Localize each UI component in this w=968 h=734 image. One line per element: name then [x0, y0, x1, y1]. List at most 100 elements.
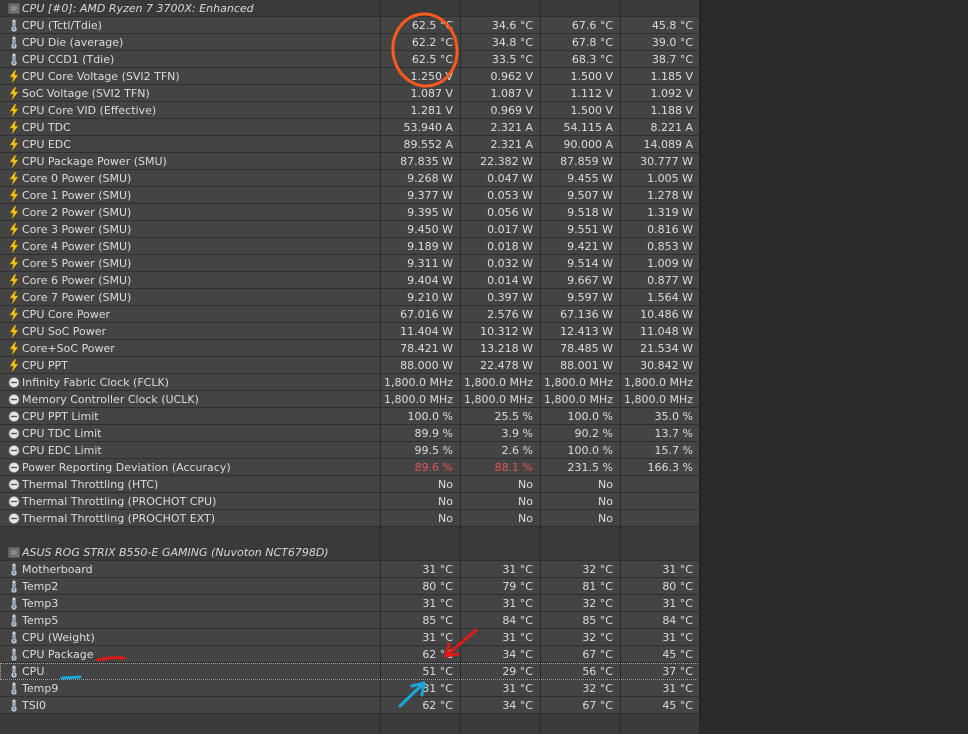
- sensor-row[interactable]: TSI0 62 °C 34 °C 67 °C 45 °C: [0, 697, 700, 714]
- sensor-row[interactable]: CPU EDC 89.552 A 2.321 A 90.000 A 14.089 A: [0, 136, 700, 153]
- sensor-label: Core 4 Power (SMU): [22, 240, 132, 253]
- value-maximum: 90.2 %: [574, 427, 613, 440]
- section-title: CPU [#0]: AMD Ryzen 7 3700X: Enhanced: [22, 2, 254, 15]
- value-average: 10.486 W: [640, 308, 693, 321]
- sensor-row[interactable]: Core 0 Power (SMU) 9.268 W 0.047 W 9.455 W 1…: [0, 170, 700, 187]
- sensor-row[interactable]: Temp5 85 °C 84 °C 85 °C 84 °C: [0, 612, 700, 629]
- clock-icon: [8, 427, 20, 440]
- value-maximum: 87.859 W: [560, 155, 613, 168]
- sensor-row[interactable]: Motherboard 31 °C 31 °C 32 °C 31 °C: [0, 561, 700, 578]
- sensor-row[interactable]: Infinity Fabric Clock (FCLK) 1,800.0 MHz 1…: [0, 374, 700, 391]
- lightning-icon: [8, 273, 20, 288]
- value-current: 62.5 °C: [411, 19, 453, 32]
- sensor-label: CPU Die (average): [22, 36, 124, 49]
- sensor-row[interactable]: Core 7 Power (SMU) 9.210 W 0.397 W 9.597 W 1…: [0, 289, 700, 306]
- value-average: 0.853 W: [647, 240, 693, 253]
- value-minimum: 25.5 %: [494, 410, 533, 423]
- sensor-row[interactable]: CPU Package 62 °C 34 °C 67 °C 45 °C: [0, 646, 700, 663]
- section-header[interactable]: CPU [#0]: AMD Ryzen 7 3700X: Enhanced: [0, 0, 700, 17]
- sensor-row[interactable]: CPU TDC Limit 89.9 % 3.9 % 90.2 % 13.7 %: [0, 425, 700, 442]
- value-minimum: 31 °C: [502, 682, 533, 695]
- thermometer-icon: [8, 36, 20, 49]
- sensor-row[interactable]: CPU EDC Limit 99.5 % 2.6 % 100.0 % 15.7 %: [0, 442, 700, 459]
- thermometer-icon: [8, 699, 20, 712]
- value-average: 0.816 W: [647, 223, 693, 236]
- section-title: ASUS ROG STRIX B550-E GAMING (Nuvoton NC…: [22, 546, 329, 559]
- sensor-row[interactable]: CPU (Weight) 31 °C 31 °C 32 °C 31 °C: [0, 629, 700, 646]
- sensor-row[interactable]: Power Reporting Deviation (Accuracy) 89.6…: [0, 459, 700, 476]
- sensor-row[interactable]: Temp2 80 °C 79 °C 81 °C 80 °C: [0, 578, 700, 595]
- value-current: 89.9 %: [414, 427, 453, 440]
- sensor-row[interactable]: Thermal Throttling (HTC) No No No: [0, 476, 700, 493]
- value-maximum: 1,800.0 MHz: [543, 393, 613, 406]
- sensor-label: Core 0 Power (SMU): [22, 172, 132, 185]
- value-minimum: 84 °C: [502, 614, 533, 627]
- sensor-row[interactable]: Thermal Throttling (PROCHOT CPU) No No No: [0, 493, 700, 510]
- value-maximum: No: [598, 495, 613, 508]
- value-current: 9.189 W: [407, 240, 453, 253]
- sensor-row[interactable]: CPU Core Voltage (SVI2 TFN) 1.250 V 0.962 …: [0, 68, 700, 85]
- section-header[interactable]: ASUS ROG STRIX B550-E GAMING (Nuvoton NC…: [0, 544, 700, 561]
- sensor-row[interactable]: CPU Package Power (SMU) 87.835 W 22.382 W 8…: [0, 153, 700, 170]
- value-maximum: No: [598, 512, 613, 525]
- lightning-icon: [8, 307, 20, 322]
- value-current: 62 °C: [422, 648, 453, 661]
- sensor-row[interactable]: SoC Voltage (SVI2 TFN) 1.087 V 1.087 V 1.11…: [0, 85, 700, 102]
- sensor-row[interactable]: CPU CCD1 (Tdie) 62.5 °C 33.5 °C 68.3 °C 38.7…: [0, 51, 700, 68]
- sensor-label: CPU Package: [22, 648, 94, 661]
- sensor-row[interactable]: CPU Core Power 67.016 W 2.576 W 67.136 W 10.…: [0, 306, 700, 323]
- sensor-label: Infinity Fabric Clock (FCLK): [22, 376, 169, 389]
- value-average: 84 °C: [662, 614, 693, 627]
- value-minimum: 31 °C: [502, 563, 533, 576]
- lightning-icon: [8, 188, 20, 203]
- sensor-row[interactable]: CPU Core VID (Effective) 1.281 V 0.969 V 1.…: [0, 102, 700, 119]
- value-minimum: 34 °C: [502, 699, 533, 712]
- sensor-row[interactable]: CPU SoC Power 11.404 W 10.312 W 12.413 W 11.…: [0, 323, 700, 340]
- sensor-row[interactable]: Core 2 Power (SMU) 9.395 W 0.056 W 9.518 W 1…: [0, 204, 700, 221]
- value-average: 13.7 %: [654, 427, 693, 440]
- sensor-row[interactable]: CPU PPT Limit 100.0 % 25.5 % 100.0 % 35.0 %: [0, 408, 700, 425]
- value-minimum: 2.576 W: [487, 308, 533, 321]
- sensor-row[interactable]: Temp3 31 °C 31 °C 32 °C 31 °C: [0, 595, 700, 612]
- value-average: 37 °C: [662, 665, 693, 678]
- thermometer-icon: [8, 597, 20, 610]
- value-minimum: 31 °C: [502, 631, 533, 644]
- value-current: 1.250 V: [410, 70, 453, 83]
- empty-pane: [700, 0, 968, 724]
- sensor-row[interactable]: Temp9 31 °C 31 °C 32 °C 31 °C: [0, 680, 700, 697]
- lightning-icon: [8, 69, 20, 84]
- sensor-row[interactable]: CPU PPT 88.000 W 22.478 W 88.001 W 30.842 W: [0, 357, 700, 374]
- sensor-row[interactable]: Core+SoC Power 78.421 W 13.218 W 78.485 W 21…: [0, 340, 700, 357]
- value-maximum: 9.507 W: [567, 189, 613, 202]
- sensor-row[interactable]: CPU TDC 53.940 A 2.321 A 54.115 A 8.221 A: [0, 119, 700, 136]
- sensor-row[interactable]: Core 3 Power (SMU) 9.450 W 0.017 W 9.551 W 0…: [0, 221, 700, 238]
- sensor-row[interactable]: Core 4 Power (SMU) 9.189 W 0.018 W 9.421 W 0…: [0, 238, 700, 255]
- sensor-row[interactable]: CPU 51 °C 29 °C 56 °C 37 °C: [0, 663, 700, 680]
- value-maximum: 1.112 V: [570, 87, 613, 100]
- value-maximum: 1,800.0 MHz: [543, 376, 613, 389]
- value-current: 1,800.0 MHz: [383, 393, 453, 406]
- sensor-row[interactable]: Core 1 Power (SMU) 9.377 W 0.053 W 9.507 W 1…: [0, 187, 700, 204]
- value-minimum: 0.014 W: [487, 274, 533, 287]
- sensor-row[interactable]: CPU (Tctl/Tdie) 62.5 °C 34.6 °C 67.6 °C 45.8…: [0, 17, 700, 34]
- sensor-row[interactable]: Core 6 Power (SMU) 9.404 W 0.014 W 9.667 W 0…: [0, 272, 700, 289]
- value-minimum: 0.397 W: [487, 291, 533, 304]
- value-maximum: 9.455 W: [567, 172, 613, 185]
- sensor-row[interactable]: Core 5 Power (SMU) 9.311 W 0.032 W 9.514 W 1…: [0, 255, 700, 272]
- value-current: 80 °C: [422, 580, 453, 593]
- sensor-row[interactable]: Memory Controller Clock (UCLK) 1,800.0 MH…: [0, 391, 700, 408]
- value-maximum: 81 °C: [582, 580, 613, 593]
- value-current: 87.835 W: [400, 155, 453, 168]
- lightning-icon: [8, 103, 20, 118]
- value-current: No: [438, 495, 453, 508]
- value-average: 1,800.0 MHz: [623, 376, 693, 389]
- sensor-label: CPU CCD1 (Tdie): [22, 53, 115, 66]
- value-minimum: 0.017 W: [487, 223, 533, 236]
- thermometer-icon: [8, 53, 20, 66]
- lightning-icon: [8, 222, 20, 237]
- sensor-row[interactable]: CPU Die (average) 62.2 °C 34.8 °C 67.8 °C 39…: [0, 34, 700, 51]
- sensor-row[interactable]: Thermal Throttling (PROCHOT EXT) No No No: [0, 510, 700, 527]
- value-average: 39.0 °C: [651, 36, 693, 49]
- sensor-label: Temp5: [22, 614, 59, 627]
- lightning-icon: [8, 341, 20, 356]
